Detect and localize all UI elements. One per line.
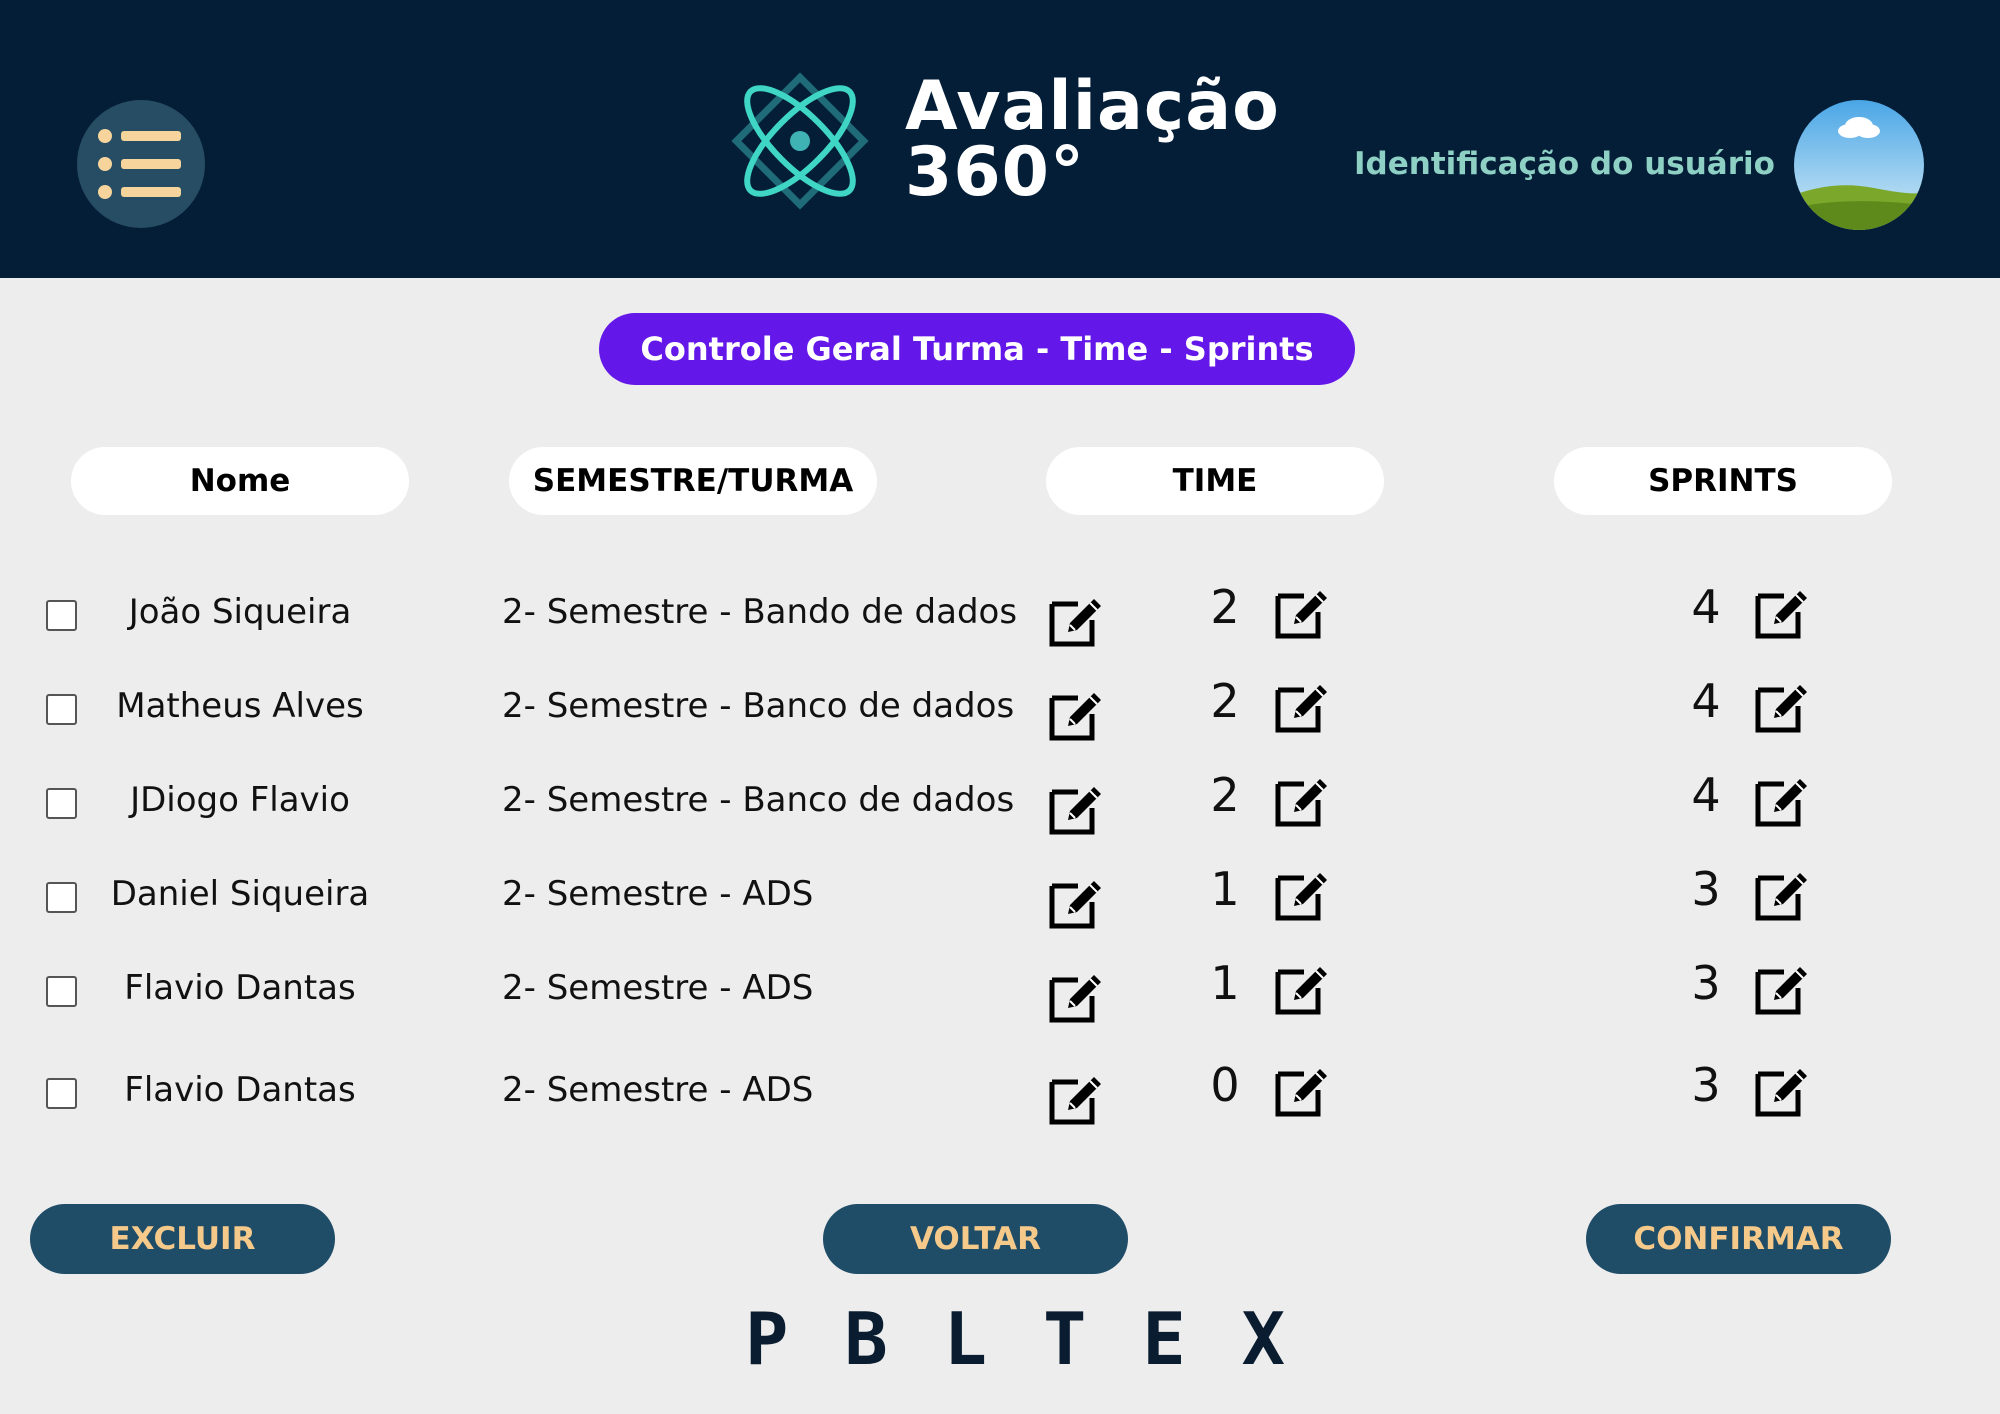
row-checkbox[interactable] <box>46 694 77 725</box>
sprints-value: 4 <box>1691 768 1721 822</box>
excluir-button[interactable]: EXCLUIR <box>30 1204 335 1274</box>
edit-sprints-icon[interactable] <box>1752 770 1812 830</box>
landscape-avatar-icon <box>1794 100 1924 230</box>
student-name: Daniel Siqueira <box>110 874 370 914</box>
table-row: Flavio Dantas 2- Semestre - ADS 0 3 <box>0 1058 2000 1125</box>
voltar-button[interactable]: VOLTAR <box>823 1204 1128 1274</box>
brand-title: Avaliação 360° <box>905 67 1280 212</box>
footer-letter: B <box>844 1297 888 1381</box>
edit-time-icon[interactable] <box>1272 958 1332 1018</box>
edit-time-icon[interactable] <box>1272 582 1332 642</box>
time-value: 1 <box>1210 862 1240 916</box>
semestre-turma-value: 2- Semestre - ADS <box>502 1070 814 1110</box>
time-value: 0 <box>1210 1058 1240 1112</box>
footer-logo: P B L T E X <box>745 1297 1285 1381</box>
edit-sprints-icon[interactable] <box>1752 958 1812 1018</box>
column-header-semestre-turma: SEMESTRE/TURMA <box>509 447 877 515</box>
time-value: 2 <box>1210 674 1240 728</box>
edit-turma-icon[interactable] <box>1046 1068 1106 1128</box>
table-row: Daniel Siqueira 2- Semestre - ADS 1 3 <box>0 862 2000 929</box>
user-identification-label: Identificação do usuário <box>1354 146 1775 182</box>
semestre-turma-value: 2- Semestre - Bando de dados <box>502 592 1018 632</box>
table-row: JDiogo Flavio 2- Semestre - Banco de dado… <box>0 768 2000 835</box>
edit-time-icon[interactable] <box>1272 676 1332 736</box>
student-name: Matheus Alves <box>116 686 364 726</box>
student-name: JDiogo Flavio <box>130 780 350 820</box>
table-row: João Siqueira 2- Semestre - Bando de dado… <box>0 580 2000 647</box>
column-header-nome: Nome <box>71 447 409 515</box>
sprints-value: 3 <box>1691 1058 1721 1112</box>
sprints-value: 4 <box>1691 674 1721 728</box>
sprints-value: 3 <box>1691 862 1721 916</box>
confirmar-button[interactable]: CONFIRMAR <box>1586 1204 1891 1274</box>
row-checkbox[interactable] <box>46 976 77 1007</box>
time-value: 2 <box>1210 768 1240 822</box>
semestre-turma-value: 2- Semestre - Banco de dados <box>502 780 1015 820</box>
edit-turma-icon[interactable] <box>1046 684 1106 744</box>
semestre-turma-value: 2- Semestre - ADS <box>502 874 814 914</box>
student-name: João Siqueira <box>128 592 352 632</box>
time-value: 2 <box>1210 580 1240 634</box>
brand-line-1: Avaliação <box>905 67 1280 146</box>
edit-turma-icon[interactable] <box>1046 966 1106 1026</box>
column-header-sprints: SPRINTS <box>1554 447 1892 515</box>
column-header-time: TIME <box>1046 447 1384 515</box>
table-row: Matheus Alves 2- Semestre - Banco de dado… <box>0 674 2000 741</box>
time-value: 1 <box>1210 956 1240 1010</box>
edit-time-icon[interactable] <box>1272 1060 1332 1120</box>
page-title: Controle Geral Turma - Time - Sprints <box>599 313 1355 385</box>
row-checkbox[interactable] <box>46 788 77 819</box>
sprints-value: 3 <box>1691 956 1721 1010</box>
menu-button[interactable] <box>77 100 205 228</box>
edit-sprints-icon[interactable] <box>1752 676 1812 736</box>
student-name: Flavio Dantas <box>124 1070 356 1110</box>
atom-icon <box>731 72 869 210</box>
avatar[interactable] <box>1794 100 1924 230</box>
sprints-value: 4 <box>1691 580 1721 634</box>
edit-sprints-icon[interactable] <box>1752 864 1812 924</box>
app-header: Avaliação 360° Identificação do usuário <box>0 0 2000 278</box>
list-menu-icon <box>98 129 181 199</box>
footer-letter: X <box>1241 1297 1285 1381</box>
footer-letter: E <box>1142 1297 1186 1381</box>
edit-turma-icon[interactable] <box>1046 778 1106 838</box>
edit-sprints-icon[interactable] <box>1752 582 1812 642</box>
table-row: Flavio Dantas 2- Semestre - ADS 1 3 <box>0 956 2000 1023</box>
footer-letter: T <box>1042 1297 1087 1381</box>
edit-time-icon[interactable] <box>1272 770 1332 830</box>
footer-letter: L <box>943 1297 988 1381</box>
edit-turma-icon[interactable] <box>1046 872 1106 932</box>
row-checkbox[interactable] <box>46 1078 77 1109</box>
semestre-turma-value: 2- Semestre - ADS <box>502 968 814 1008</box>
footer-letter: P <box>745 1297 789 1381</box>
edit-sprints-icon[interactable] <box>1752 1060 1812 1120</box>
row-checkbox[interactable] <box>46 882 77 913</box>
brand-line-2: 360° <box>905 133 1085 212</box>
row-checkbox[interactable] <box>46 600 77 631</box>
edit-turma-icon[interactable] <box>1046 590 1106 650</box>
edit-time-icon[interactable] <box>1272 864 1332 924</box>
student-name: Flavio Dantas <box>124 968 356 1008</box>
semestre-turma-value: 2- Semestre - Banco de dados <box>502 686 1015 726</box>
